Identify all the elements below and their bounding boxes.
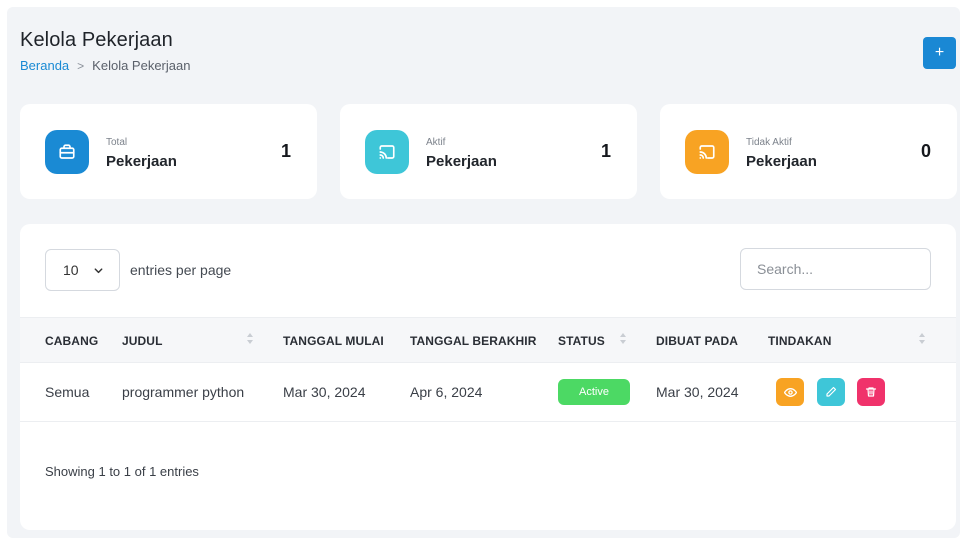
stat-value: 1	[600, 141, 611, 161]
chevron-down-icon	[94, 267, 103, 273]
sort-icon[interactable]	[619, 331, 627, 347]
column-header-cabang[interactable]: CABANG	[45, 334, 98, 348]
eye-icon	[783, 387, 797, 397]
cast-icon	[365, 130, 409, 174]
stat-name: Pekerjaan	[746, 153, 817, 170]
page-background: Kelola Pekerjaan Beranda > Kelola Pekerj…	[7, 7, 960, 538]
column-header-tindakan[interactable]: TINDAKAN	[768, 334, 831, 348]
stat-name: Pekerjaan	[106, 153, 177, 170]
stat-card-total: Total Pekerjaan 1	[20, 104, 317, 199]
edit-button[interactable]	[817, 378, 845, 406]
entries-per-page-label: entries per page	[130, 262, 232, 278]
stat-card-active: Aktif Pekerjaan 1	[340, 104, 637, 199]
page-title: Kelola Pekerjaan	[20, 29, 173, 51]
add-job-button[interactable]: +	[923, 37, 956, 69]
column-header-tanggal-berakhir[interactable]: TANGGAL BERAKHIR	[410, 334, 537, 348]
briefcase-icon	[45, 130, 89, 174]
delete-button[interactable]	[857, 378, 885, 406]
table-header: CABANG JUDUL TANGGAL MULAI TANGGAL BERAK…	[20, 317, 956, 363]
table-info: Showing 1 to 1 of 1 entries	[45, 464, 199, 479]
cell-judul: programmer python	[122, 384, 245, 400]
view-button[interactable]	[776, 378, 804, 406]
stat-label: Tidak Aktif	[746, 137, 792, 148]
cell-dibuat-pada: Mar 30, 2024	[656, 384, 739, 400]
trash-icon	[865, 387, 877, 397]
breadcrumb-separator: >	[77, 58, 85, 73]
sort-icon[interactable]	[918, 331, 926, 347]
stat-name: Pekerjaan	[426, 153, 497, 170]
status-badge: Active	[558, 379, 630, 405]
cell-tanggal-mulai: Mar 30, 2024	[283, 384, 366, 400]
cast-icon	[685, 130, 729, 174]
stat-card-inactive: Tidak Aktif Pekerjaan 0	[660, 104, 957, 199]
entries-per-page-select[interactable]: 10	[45, 249, 120, 291]
table-row: Semua programmer python Mar 30, 2024 Apr…	[20, 364, 956, 422]
search-input[interactable]	[740, 248, 931, 290]
stat-label: Aktif	[426, 137, 446, 148]
stat-value: 0	[920, 141, 931, 161]
breadcrumb-current: Kelola Pekerjaan	[92, 58, 191, 73]
column-header-status[interactable]: STATUS	[558, 334, 605, 348]
column-header-tanggal-mulai[interactable]: TANGGAL MULAI	[283, 334, 384, 348]
column-header-dibuat-pada[interactable]: DIBUAT PADA	[656, 334, 738, 348]
sort-icon[interactable]	[246, 331, 254, 347]
pencil-icon	[826, 386, 837, 397]
entries-per-page-value: 10	[63, 262, 79, 278]
stat-value: 1	[280, 141, 291, 161]
stat-label: Total	[106, 137, 128, 148]
breadcrumb-home-link[interactable]: Beranda	[20, 58, 69, 73]
breadcrumb: Beranda > Kelola Pekerjaan	[20, 58, 190, 73]
cell-cabang: Semua	[45, 384, 90, 400]
page-header: Kelola Pekerjaan Beranda > Kelola Pekerj…	[20, 29, 190, 73]
jobs-table-card: 10 entries per page CABANG JUDUL TANGGAL…	[20, 224, 956, 530]
column-header-judul[interactable]: JUDUL	[122, 334, 163, 348]
cell-tanggal-berakhir: Apr 6, 2024	[410, 384, 483, 400]
